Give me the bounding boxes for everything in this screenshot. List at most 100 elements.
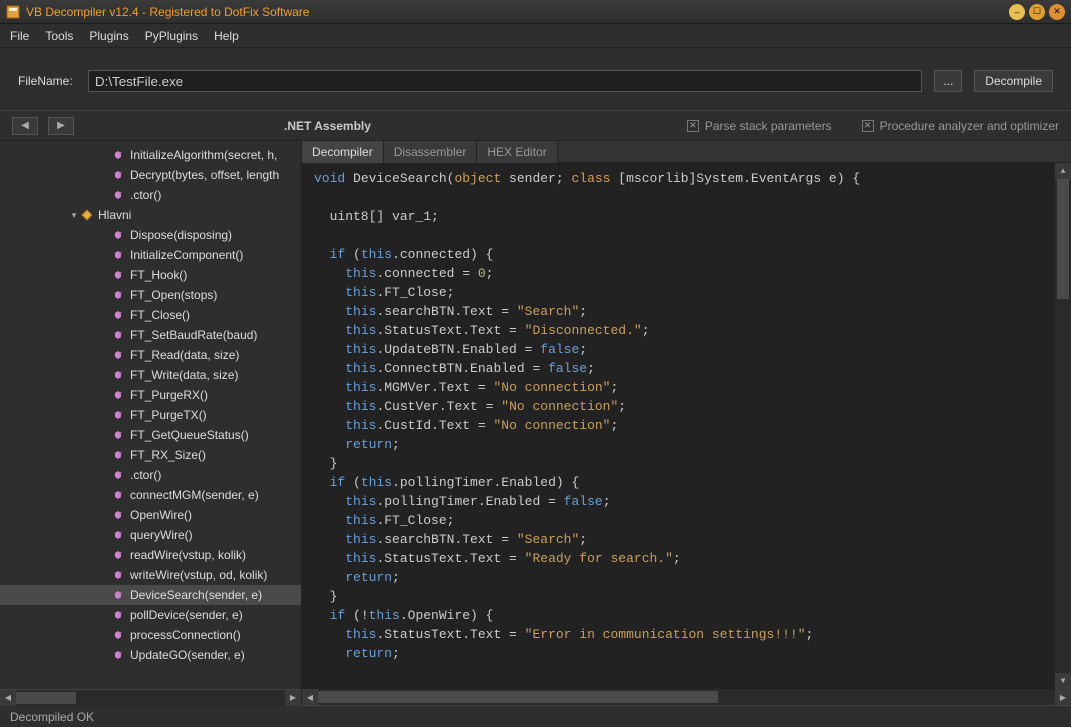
scroll-thumb[interactable] (16, 692, 76, 704)
tree-item-label: .ctor() (130, 468, 161, 482)
tree-item[interactable]: FT_GetQueueStatus() (0, 425, 301, 445)
tree-item[interactable]: InitializeAlgorithm(secret, h, (0, 145, 301, 165)
editor-vscrollbar[interactable]: ▲ ▼ (1055, 163, 1071, 689)
tree-item[interactable]: FT_Close() (0, 305, 301, 325)
procedure-analyzer-checkbox[interactable]: ✕ Procedure analyzer and optimizer (862, 119, 1059, 133)
tree-item[interactable]: FT_RX_Size() (0, 445, 301, 465)
code-line: this.StatusText.Text = "Ready for search… (314, 549, 1071, 568)
tree-item-label: FT_Open(stops) (130, 288, 217, 302)
method-icon (112, 248, 126, 262)
tree-item[interactable]: ▾ Hlavni (0, 205, 301, 225)
editor-hscrollbar[interactable]: ◀ ▶ (302, 689, 1071, 705)
scroll-track[interactable] (16, 690, 285, 706)
close-button[interactable]: ✕ (1049, 4, 1065, 20)
statusbar: Decompiled OK (0, 705, 1071, 727)
minimize-button[interactable]: – (1009, 4, 1025, 20)
scroll-right-icon[interactable]: ▶ (1055, 689, 1071, 705)
code-editor[interactable]: void DeviceSearch(object sender; class [… (302, 163, 1071, 689)
code-line: if (this.pollingTimer.Enabled) { (314, 473, 1071, 492)
method-icon (112, 428, 126, 442)
tree-item[interactable]: .ctor() (0, 465, 301, 485)
browse-button[interactable]: ... (934, 70, 962, 92)
tree-item[interactable]: DeviceSearch(sender, e) (0, 585, 301, 605)
tree-item-label: Hlavni (98, 208, 131, 222)
menu-pyplugins[interactable]: PyPlugins (145, 29, 198, 43)
tree-item[interactable]: readWire(vstup, kolik) (0, 545, 301, 565)
code-line: this.searchBTN.Text = "Search"; (314, 530, 1071, 549)
tree[interactable]: InitializeAlgorithm(secret, h,Decrypt(by… (0, 141, 301, 689)
tab-decompiler[interactable]: Decompiler (302, 141, 384, 163)
method-icon (112, 628, 126, 642)
menu-tools[interactable]: Tools (45, 29, 73, 43)
scroll-left-icon[interactable]: ◀ (302, 689, 318, 705)
code-line: this.pollingTimer.Enabled = false; (314, 492, 1071, 511)
method-icon (112, 348, 126, 362)
code-line: this.MGMVer.Text = "No connection"; (314, 378, 1071, 397)
code-line: this.UpdateBTN.Enabled = false; (314, 340, 1071, 359)
scroll-thumb[interactable] (1057, 179, 1069, 299)
decompile-button[interactable]: Decompile (974, 70, 1053, 92)
tree-item[interactable]: processConnection() (0, 625, 301, 645)
code-line: this.CustVer.Text = "No connection"; (314, 397, 1071, 416)
tree-item-label: queryWire() (130, 528, 193, 542)
tree-item[interactable]: connectMGM(sender, e) (0, 485, 301, 505)
scroll-track[interactable] (1055, 179, 1071, 673)
nav-forward-button[interactable]: ▶ (48, 117, 74, 135)
tree-item-label: pollDevice(sender, e) (130, 608, 243, 622)
tree-item-label: FT_PurgeRX() (130, 388, 208, 402)
tree-item[interactable]: OpenWire() (0, 505, 301, 525)
method-icon (112, 368, 126, 382)
code-line: uint8[] var_1; (314, 207, 1071, 226)
tree-item[interactable]: FT_Open(stops) (0, 285, 301, 305)
tree-item-label: FT_SetBaudRate(baud) (130, 328, 257, 342)
code-line: return; (314, 568, 1071, 587)
code-line (314, 226, 1071, 245)
app-icon (6, 5, 20, 19)
method-icon (112, 268, 126, 282)
tree-panel: InitializeAlgorithm(secret, h,Decrypt(by… (0, 141, 302, 705)
tree-item[interactable]: Dispose(disposing) (0, 225, 301, 245)
method-icon (112, 328, 126, 342)
code-line: this.StatusText.Text = "Disconnected."; (314, 321, 1071, 340)
tree-toggle-icon: ▾ (68, 210, 80, 221)
menu-file[interactable]: File (10, 29, 29, 43)
scroll-left-icon[interactable]: ◀ (0, 690, 16, 706)
menu-plugins[interactable]: Plugins (89, 29, 128, 43)
tree-item[interactable]: InitializeComponent() (0, 245, 301, 265)
tree-item-label: connectMGM(sender, e) (130, 488, 259, 502)
parse-stack-checkbox[interactable]: ✕ Parse stack parameters (687, 119, 832, 133)
tree-item[interactable]: FT_Write(data, size) (0, 365, 301, 385)
tree-item[interactable]: FT_Read(data, size) (0, 345, 301, 365)
scroll-up-icon[interactable]: ▲ (1055, 163, 1071, 179)
scroll-track[interactable] (318, 689, 1055, 705)
tab-hexeditor[interactable]: HEX Editor (477, 141, 557, 163)
menu-help[interactable]: Help (214, 29, 239, 43)
code-line (314, 188, 1071, 207)
nav-back-button[interactable]: ◀ (12, 117, 38, 135)
info-bar: ◀ ▶ .NET Assembly ✕ Parse stack paramete… (0, 111, 1071, 141)
tree-item[interactable]: writeWire(vstup, od, kolik) (0, 565, 301, 585)
code-line: this.StatusText.Text = "Error in communi… (314, 625, 1071, 644)
scroll-right-icon[interactable]: ▶ (285, 690, 301, 706)
tree-item[interactable]: .ctor() (0, 185, 301, 205)
tree-item[interactable]: queryWire() (0, 525, 301, 545)
tree-item[interactable]: FT_Hook() (0, 265, 301, 285)
tree-hscrollbar[interactable]: ◀ ▶ (0, 689, 301, 705)
checkbox-icon: ✕ (862, 120, 874, 132)
scroll-thumb[interactable] (318, 691, 718, 703)
assembly-title: .NET Assembly (284, 119, 371, 133)
tree-item[interactable]: pollDevice(sender, e) (0, 605, 301, 625)
tree-item[interactable]: FT_SetBaudRate(baud) (0, 325, 301, 345)
tree-item[interactable]: FT_PurgeTX() (0, 405, 301, 425)
method-icon (112, 528, 126, 542)
filename-input[interactable] (88, 70, 922, 92)
maximize-button[interactable]: ☐ (1029, 4, 1045, 20)
method-icon (112, 288, 126, 302)
tree-item-label: FT_Hook() (130, 268, 187, 282)
tab-disassembler[interactable]: Disassembler (384, 141, 478, 163)
filename-label: FileName: (18, 74, 76, 88)
tree-item[interactable]: UpdateGO(sender, e) (0, 645, 301, 665)
scroll-down-icon[interactable]: ▼ (1055, 673, 1071, 689)
tree-item[interactable]: FT_PurgeRX() (0, 385, 301, 405)
tree-item[interactable]: Decrypt(bytes, offset, length (0, 165, 301, 185)
